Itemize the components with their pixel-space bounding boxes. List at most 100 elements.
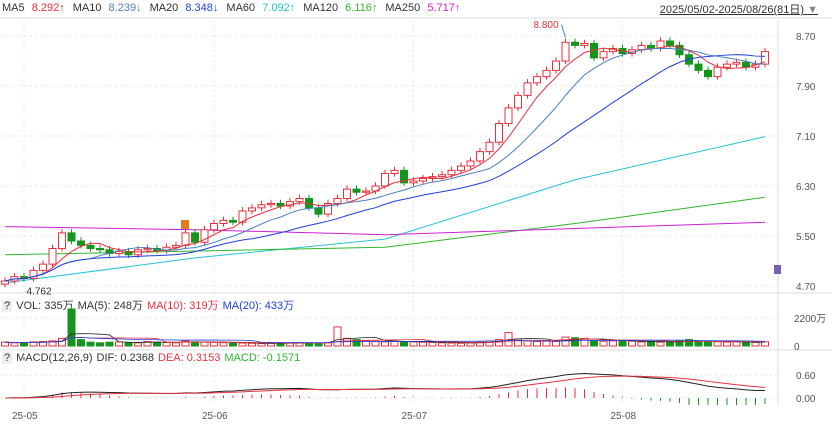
- volume-bar: [419, 341, 427, 347]
- candle-body: [219, 219, 228, 224]
- volume-bar: [732, 341, 741, 347]
- candle-body: [542, 69, 551, 78]
- candle-body: [466, 160, 475, 167]
- candle-body: [599, 51, 608, 59]
- price-tick-label: 6.30: [796, 182, 816, 193]
- volume-bar: [466, 342, 475, 347]
- candle-body: [96, 248, 104, 251]
- x-tick-label: 25-05: [12, 411, 38, 422]
- volume-bar: [200, 341, 209, 347]
- candle-body: [210, 223, 218, 231]
- volume-bar: [438, 342, 446, 347]
- volume-bar: [428, 341, 437, 347]
- candle-body: [181, 232, 190, 246]
- volume-bar: [390, 340, 399, 347]
- candle-body: [485, 141, 494, 153]
- candle-body: [295, 198, 304, 203]
- volume-bar: [86, 341, 95, 347]
- high-marker: [561, 24, 566, 38]
- candle-body: [257, 204, 266, 209]
- candle-body: [666, 40, 674, 46]
- candle-body: [447, 169, 456, 176]
- volume-bar: [333, 326, 342, 347]
- candle-body: [48, 248, 57, 265]
- volume-bar: [628, 340, 636, 347]
- candle-body: [248, 207, 256, 212]
- volume-bar: [656, 341, 665, 347]
- price-tick-label: 7.10: [796, 132, 816, 143]
- candle-body: [390, 169, 399, 174]
- volume-bar: [542, 340, 551, 347]
- candle-body: [381, 173, 389, 187]
- volume-bar: [219, 342, 228, 347]
- event-marker-icon: [181, 220, 189, 229]
- stock-chart[interactable]: MA5 8.292↑ MA10 8.239↓ MA20 8.348↓ MA60 7.0…: [0, 0, 832, 426]
- volume-bar: [400, 341, 408, 347]
- candle-body: [732, 61, 741, 65]
- price-tick-label: 5.50: [796, 232, 816, 243]
- volume-bar: [267, 342, 275, 347]
- candle-body: [267, 203, 275, 206]
- ma250-line: [4, 221, 766, 236]
- volume-bar: [618, 340, 627, 347]
- candle-body: [409, 180, 418, 184]
- chart-canvas[interactable]: 8.70 7.90 7.10 6.30 5.50 4.70 25-05 25-06 25-07 2…: [0, 0, 832, 426]
- macd-tick-label: 0.00: [796, 394, 816, 405]
- volume-bar: [343, 337, 351, 347]
- event-marker-icon: [774, 265, 781, 274]
- volume-bar: [210, 341, 218, 347]
- volume-bar: [172, 342, 180, 347]
- volume-bar: [115, 341, 123, 347]
- candle-body: [561, 41, 570, 62]
- candle-body: [276, 203, 285, 207]
- volume-bar: [124, 341, 133, 347]
- candle-body: [39, 263, 47, 271]
- volume-bar: [96, 342, 104, 347]
- volume-bar: [1, 341, 9, 347]
- candle-body: [1, 280, 9, 285]
- candle-body: [694, 63, 703, 71]
- candle-body: [571, 41, 579, 46]
- volume-bar: [485, 340, 494, 347]
- volume-bar: [447, 342, 456, 347]
- volume-bar: [666, 341, 674, 347]
- candle-body: [67, 232, 76, 242]
- candle-body: [514, 94, 522, 109]
- ma60-line: [4, 136, 766, 284]
- candle-body: [476, 151, 484, 162]
- candle-body: [438, 174, 446, 178]
- volume-bar: [590, 340, 598, 347]
- volume-bar: [381, 341, 389, 347]
- price-tick-label: 8.70: [796, 32, 816, 43]
- volume-bar: [162, 341, 171, 347]
- price-tick-label: 7.90: [796, 82, 816, 93]
- candle-body: [333, 198, 342, 204]
- candle-body: [704, 69, 712, 78]
- volume-bar: [694, 340, 703, 347]
- low-price-label: 4.762: [27, 286, 52, 297]
- volume-bar: [67, 308, 76, 347]
- volume-bar: [523, 340, 532, 347]
- volume-bar: [599, 340, 608, 347]
- volume-bar: [457, 342, 465, 347]
- candle-body: [713, 66, 722, 78]
- candle-body: [495, 123, 503, 143]
- dea-line: [4, 375, 766, 399]
- candle-body: [191, 232, 199, 243]
- price-tick-label: 4.70: [796, 282, 816, 293]
- volume-bar: [561, 336, 570, 347]
- candle-body: [580, 43, 589, 46]
- volume-bar: [751, 341, 760, 347]
- ma10-line: [4, 48, 766, 282]
- candle-body: [419, 178, 427, 182]
- candle-body: [533, 76, 541, 84]
- volume-bar: [371, 340, 380, 347]
- volume-bar: [409, 341, 418, 347]
- candle-body: [77, 240, 85, 246]
- volume-bar: [637, 341, 646, 347]
- volume-bar: [20, 341, 28, 347]
- volume-tick-label: 0: [794, 342, 800, 353]
- candle-body: [86, 244, 95, 249]
- volume-bar: [609, 340, 617, 347]
- candle-body: [352, 188, 361, 193]
